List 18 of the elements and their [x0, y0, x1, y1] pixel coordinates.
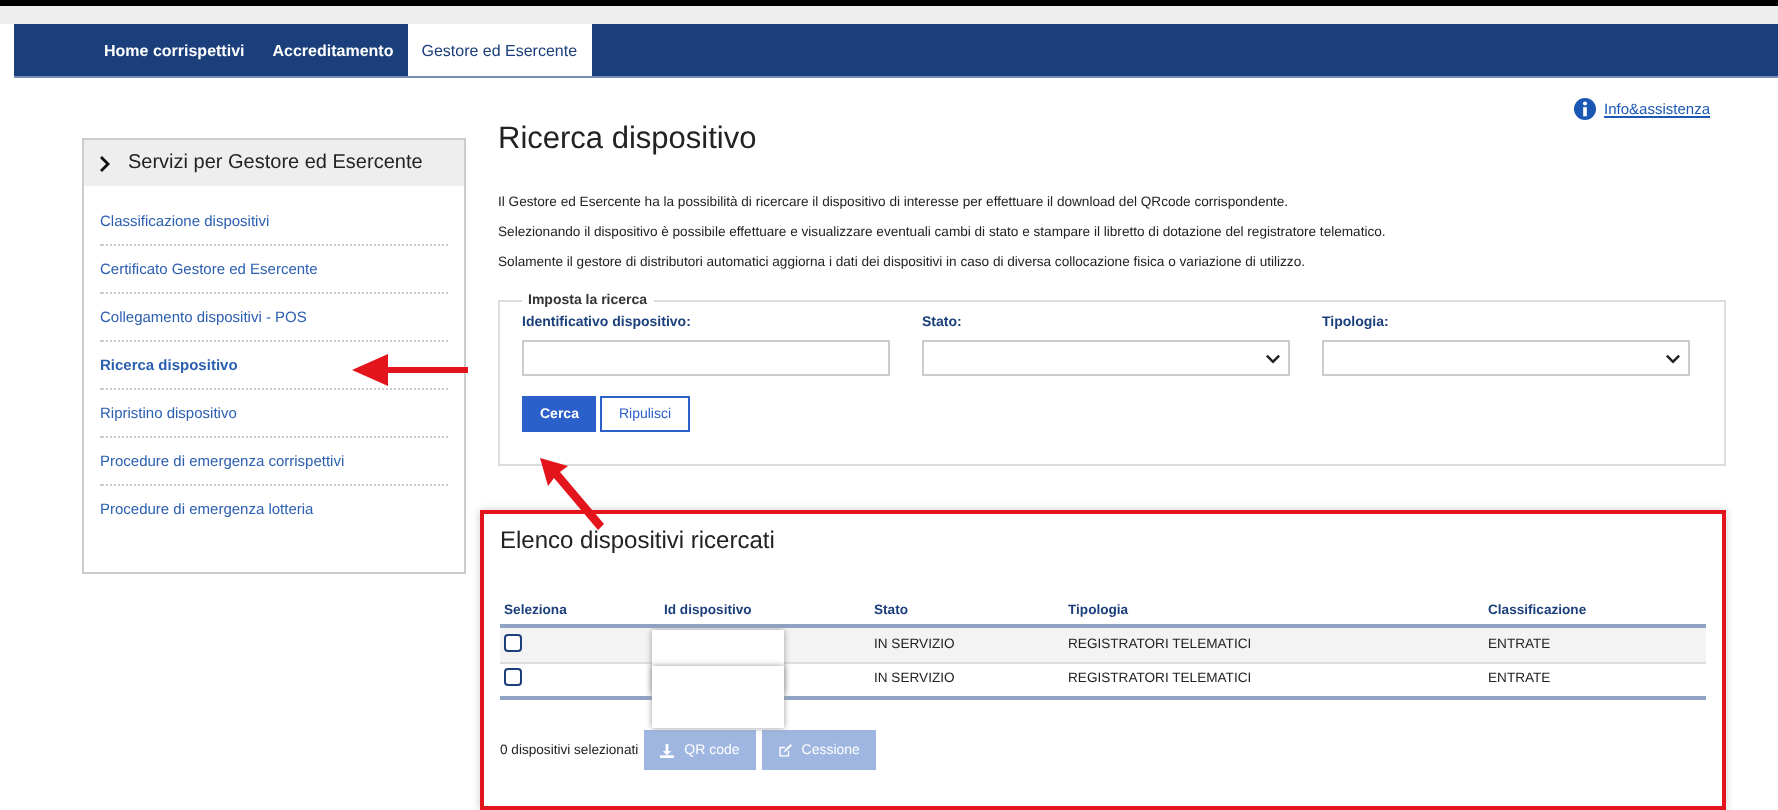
nav-tab[interactable]: Home corrispettivi — [90, 24, 259, 76]
chevron-icon — [100, 155, 112, 171]
edit-icon — [777, 743, 792, 757]
sidebar-title: Servizi per Gestore ed Esercente — [128, 152, 423, 174]
chevron-down-icon — [1666, 353, 1680, 363]
nav-tab[interactable]: Gestore ed Esercente — [407, 24, 592, 76]
select-field[interactable] — [1322, 340, 1690, 376]
nav-tab[interactable]: Accreditamento — [258, 24, 408, 76]
info-icon — [1574, 97, 1597, 119]
chevron-down-icon — [1266, 353, 1280, 363]
results-title: Elenco dispositivi ricercati — [500, 526, 777, 554]
row-checkbox[interactable] — [504, 633, 522, 652]
download-icon — [660, 743, 675, 757]
row-checkbox[interactable] — [504, 668, 522, 687]
arrow-annotation — [352, 354, 468, 386]
select-field[interactable] — [922, 340, 1290, 376]
input-field[interactable] — [522, 340, 890, 376]
page-title: Ricerca dispositivo — [498, 122, 759, 158]
